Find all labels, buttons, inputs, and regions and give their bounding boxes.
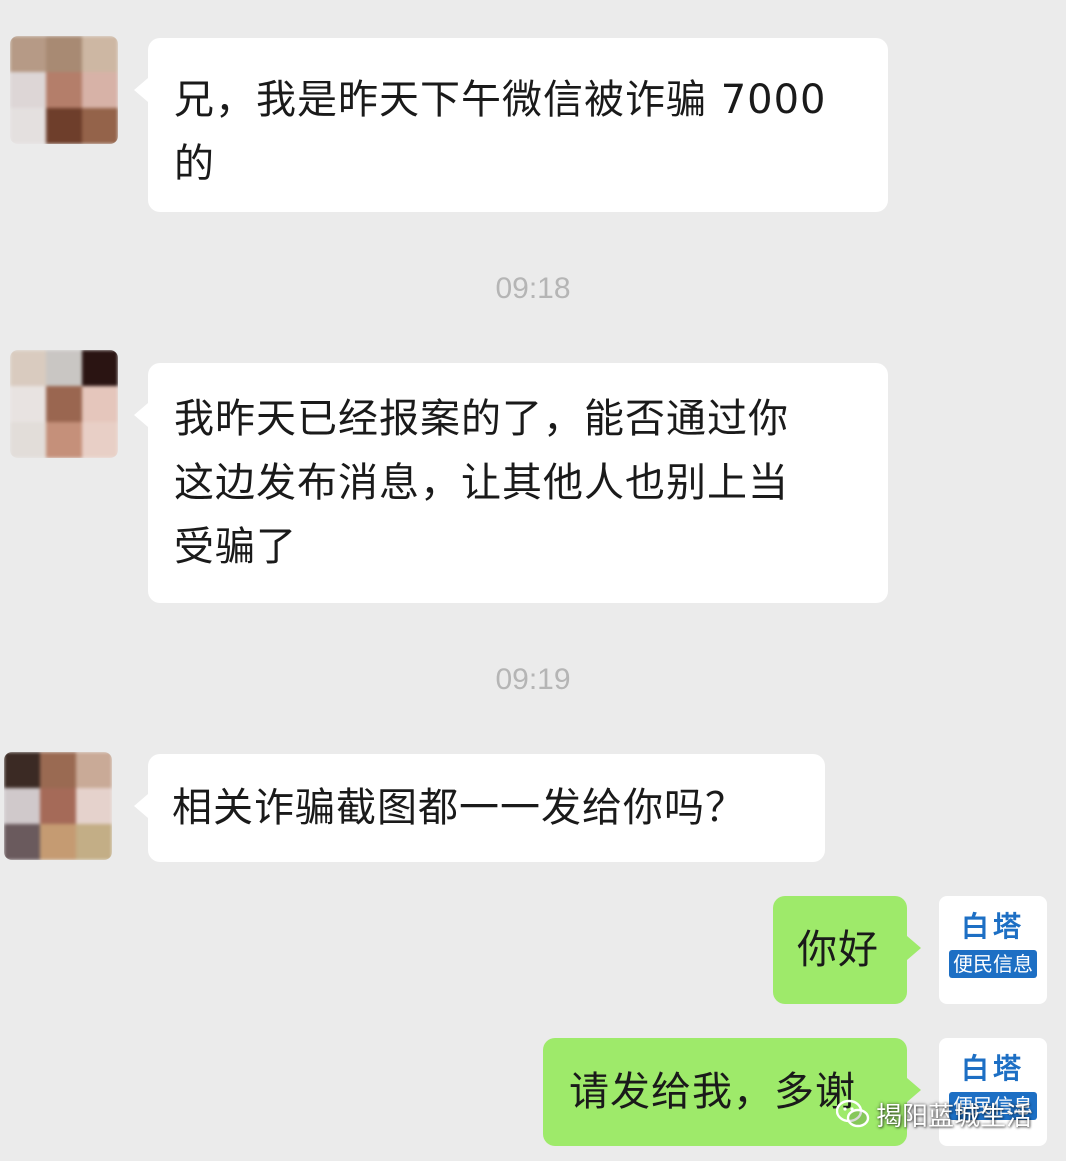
message-line: 你好: [797, 927, 879, 973]
wechat-icon: [835, 1099, 870, 1129]
timestamp: 09:19: [495, 663, 571, 696]
chat-view: 兄，我是昨天下午微信被诈骗 7000 的 09:18 我昨天已经报案的了，能否通…: [0, 0, 1066, 1161]
contact-avatar[interactable]: [4, 752, 112, 860]
message-line: 相关诈骗截图都一一发给你吗？: [172, 785, 746, 831]
timestamp: 09:18: [495, 272, 571, 305]
message-line: 受骗了: [174, 524, 297, 570]
avatar-brand-tag: 便民信息: [949, 950, 1037, 978]
message-line: 兄，我是昨天下午微信被诈骗 7000: [174, 77, 827, 123]
message-line: 这边发布消息，让其他人也别上当: [174, 460, 789, 506]
incoming-message-bubble[interactable]: 我昨天已经报案的了，能否通过你 这边发布消息，让其他人也别上当 受骗了: [134, 363, 888, 603]
watermark: 揭阳蓝城生活: [835, 1092, 1033, 1136]
message-line: 我昨天已经报案的了，能否通过你: [174, 396, 789, 442]
contact-avatar[interactable]: [10, 350, 118, 458]
contact-avatar[interactable]: [10, 36, 118, 144]
incoming-message-bubble[interactable]: 相关诈骗截图都一一发给你吗？: [134, 754, 825, 862]
avatar-brand-text: 白塔: [960, 1052, 1025, 1085]
self-avatar[interactable]: 白塔 便民信息: [939, 896, 1047, 1004]
outgoing-message-bubble[interactable]: 你好: [773, 896, 921, 1004]
incoming-message-bubble[interactable]: 兄，我是昨天下午微信被诈骗 7000 的: [134, 38, 888, 212]
message-line: 的: [174, 141, 215, 187]
watermark-text: 揭阳蓝城生活: [876, 1101, 1033, 1132]
avatar-brand-text: 白塔: [960, 910, 1025, 943]
